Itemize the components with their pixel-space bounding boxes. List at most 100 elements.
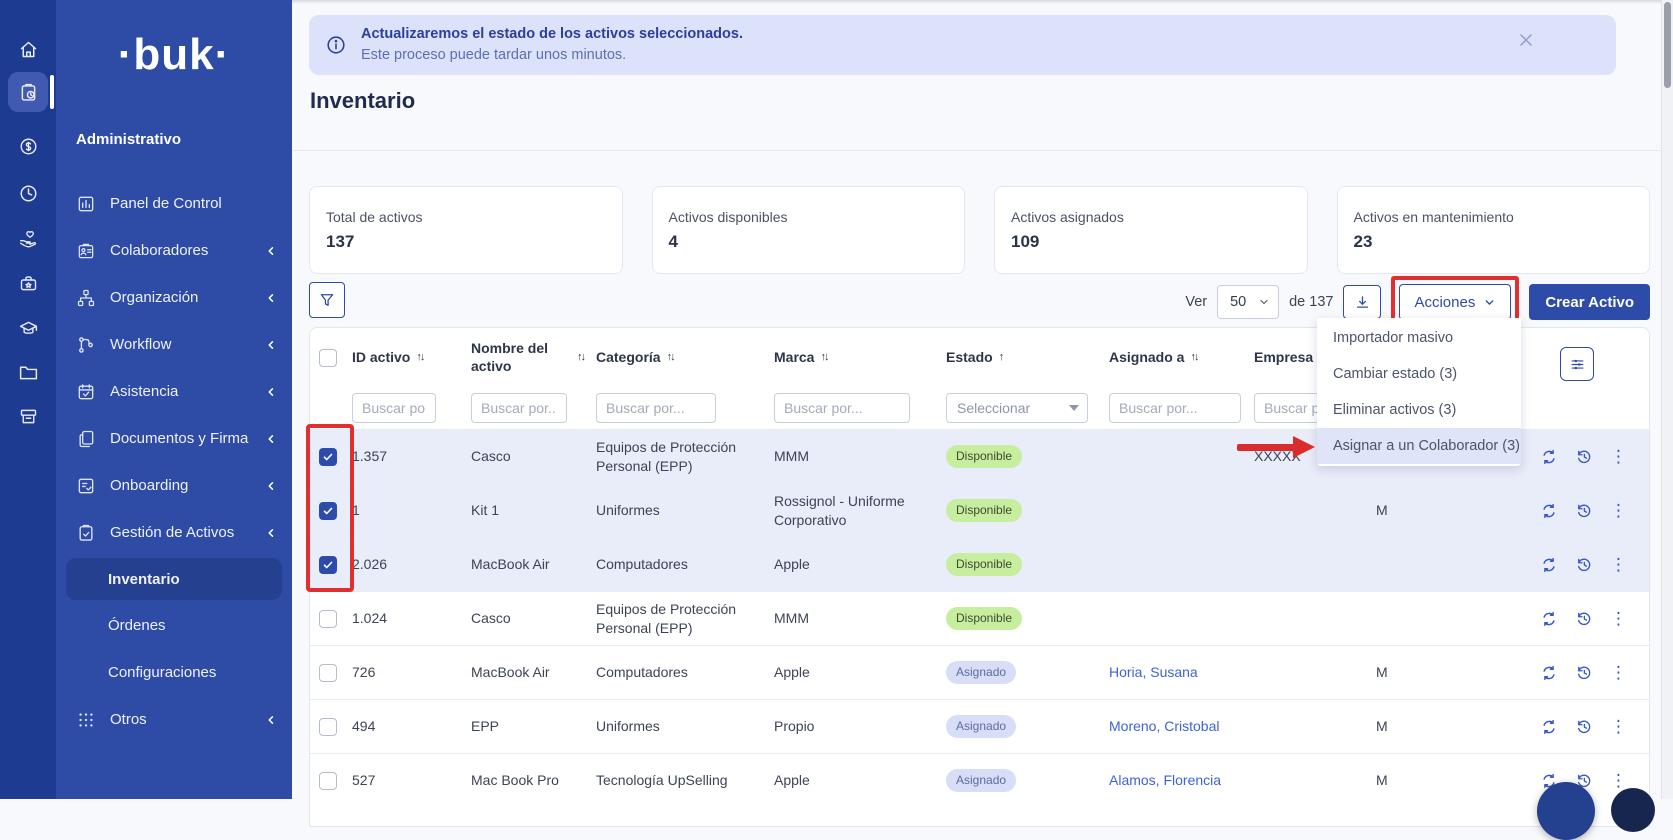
sidebar-item-asistencia[interactable]: Asistencia: [56, 368, 292, 415]
sync-icon[interactable]: [1540, 556, 1558, 574]
column-settings-button[interactable]: [1560, 347, 1594, 381]
sidebar-subitem-inventario[interactable]: Inventario: [66, 558, 282, 600]
cell-status: Disponible: [934, 445, 1097, 469]
sort-icon[interactable]: ↑↓: [667, 351, 674, 365]
row-checkbox[interactable]: [319, 556, 337, 574]
sidebar-item-gesti-n-de-activos[interactable]: Gestión de Activos: [56, 509, 292, 556]
history-icon[interactable]: [1575, 664, 1593, 682]
sort-icon[interactable]: ↑↓: [577, 351, 584, 365]
table-row[interactable]: 1.024CascoEquipos de Protección Personal…: [310, 591, 1649, 645]
onboarding-icon: [76, 476, 96, 496]
kebab-menu-icon[interactable]: ⋮: [1610, 610, 1627, 627]
sidebar-subitem-configuraciones[interactable]: Configuraciones: [56, 649, 292, 696]
bag-icon[interactable]: [8, 263, 48, 303]
sidebar-item-documentos-y-firma[interactable]: Documentos y Firma: [56, 415, 292, 462]
row-checkbox[interactable]: [319, 718, 337, 736]
kebab-menu-icon[interactable]: ⋮: [1610, 448, 1627, 465]
kebab-menu-icon[interactable]: ⋮: [1610, 718, 1627, 735]
sidebar-item-organizaci-n[interactable]: Organización: [56, 274, 292, 321]
sidebar-item-workflow[interactable]: Workflow: [56, 321, 292, 368]
status-badge: Disponible: [946, 553, 1022, 577]
filter-button[interactable]: [309, 282, 345, 318]
sync-icon[interactable]: [1540, 718, 1558, 736]
sync-icon[interactable]: [1540, 448, 1558, 466]
menu-item-eliminar-activos-3-[interactable]: Eliminar activos (3): [1317, 392, 1521, 428]
history-icon[interactable]: [1575, 448, 1593, 466]
sort-icon[interactable]: ↑↓: [1190, 351, 1197, 365]
row-checkbox[interactable]: [319, 448, 337, 466]
folder-icon[interactable]: [8, 352, 48, 392]
row-checkbox[interactable]: [319, 502, 337, 520]
filter-input-categor-a[interactable]: [596, 393, 716, 423]
cell-name: Kit 1: [459, 501, 584, 519]
table-row[interactable]: 2.026MacBook AirComputadoresAppleDisponi…: [310, 537, 1649, 591]
kebab-menu-icon[interactable]: ⋮: [1610, 664, 1627, 681]
sort-icon[interactable]: ↑↓: [820, 351, 827, 365]
table-row[interactable]: 494EPPUniformesPropioAsignadoMoreno, Cri…: [310, 699, 1649, 753]
filter-input-asignado-a[interactable]: [1109, 393, 1241, 423]
estado-filter-select[interactable]: Seleccionar: [946, 393, 1088, 423]
sidebar-subitem--rdenes[interactable]: Órdenes: [56, 602, 292, 649]
filter-input-nombre-del-activo[interactable]: [471, 393, 567, 423]
collaborators-icon: [76, 241, 96, 261]
history-icon[interactable]: [1575, 718, 1593, 736]
floating-help-button[interactable]: [1537, 782, 1595, 840]
sidebar-item-colaboradores[interactable]: Colaboradores: [56, 227, 292, 274]
home-icon[interactable]: [8, 29, 48, 69]
info-banner: Actualizaremos el estado de los activos …: [309, 15, 1616, 75]
archive-icon[interactable]: [8, 396, 48, 436]
info-icon: [325, 34, 347, 56]
filter-input-marca[interactable]: [774, 393, 910, 423]
sync-icon[interactable]: [1540, 502, 1558, 520]
graduation-cap-icon[interactable]: [8, 308, 48, 348]
menu-item-asignar-a-un-colaborador-3-[interactable]: Asignar a un Colaborador (3): [1317, 428, 1521, 464]
clock-icon[interactable]: [8, 173, 48, 213]
history-icon[interactable]: [1575, 502, 1593, 520]
vertical-scrollbar[interactable]: [1661, 0, 1673, 799]
row-checkbox[interactable]: [319, 610, 337, 628]
page-size-select[interactable]: 50: [1217, 285, 1279, 319]
download-button[interactable]: [1343, 285, 1381, 319]
kebab-menu-icon[interactable]: ⋮: [1610, 502, 1627, 519]
menu-item-importador-masivo[interactable]: Importador masivo: [1317, 320, 1521, 356]
crear-activo-button[interactable]: Crear Activo: [1529, 284, 1650, 320]
acciones-button[interactable]: Acciones: [1399, 284, 1511, 320]
row-checkbox[interactable]: [319, 772, 337, 790]
assigned-link[interactable]: Horia, Susana: [1109, 664, 1198, 680]
column-header-nombre-del-activo: Nombre del activo↑↓: [459, 340, 584, 375]
table-row[interactable]: 1Kit 1UniformesRossignol - Uniforme Corp…: [310, 483, 1649, 537]
kebab-menu-icon[interactable]: ⋮: [1610, 772, 1627, 789]
scrollbar-thumb[interactable]: [1664, 2, 1671, 88]
sidebar-item-panel-de-control[interactable]: Panel de Control: [56, 180, 292, 227]
cell-brand: Rossignol - Uniforme Corporativo: [762, 492, 934, 528]
menu-item-cambiar-estado-3-[interactable]: Cambiar estado (3): [1317, 356, 1521, 392]
cell-category: Uniformes: [584, 501, 762, 519]
assigned-link[interactable]: Alamos, Florencia: [1109, 772, 1221, 788]
filter-input-id-activo[interactable]: [352, 393, 436, 423]
table-row[interactable]: 726MacBook AirComputadoresAppleAsignadoH…: [310, 645, 1649, 699]
select-all-checkbox[interactable]: [319, 349, 337, 367]
banner-text: Actualizaremos el estado de los activos …: [361, 24, 743, 66]
money-icon[interactable]: [8, 126, 48, 166]
banner-title: Actualizaremos el estado de los activos …: [361, 24, 743, 45]
cell-brand: MMM: [762, 447, 934, 465]
chevron-left-icon: [264, 432, 278, 446]
kebab-menu-icon[interactable]: ⋮: [1610, 556, 1627, 573]
close-icon[interactable]: [1516, 30, 1536, 50]
cell-extra: M: [1364, 771, 1529, 789]
sort-icon[interactable]: ↑↓: [416, 351, 423, 365]
clipboard-clock-icon[interactable]: [8, 72, 48, 112]
history-icon[interactable]: [1575, 610, 1593, 628]
sidebar-item-onboarding[interactable]: Onboarding: [56, 462, 292, 509]
cell-status: Disponible: [934, 553, 1097, 577]
floating-chat-button[interactable]: [1611, 788, 1655, 832]
hand-heart-icon[interactable]: [8, 218, 48, 258]
sync-icon[interactable]: [1540, 610, 1558, 628]
assigned-link[interactable]: Moreno, Cristobal: [1109, 718, 1220, 734]
stat-card-value: 23: [1354, 232, 1634, 252]
sync-icon[interactable]: [1540, 664, 1558, 682]
history-icon[interactable]: [1575, 556, 1593, 574]
sidebar-item-otros[interactable]: Otros: [56, 696, 292, 743]
sort-icon[interactable]: ↑: [999, 351, 1003, 365]
row-checkbox[interactable]: [319, 664, 337, 682]
